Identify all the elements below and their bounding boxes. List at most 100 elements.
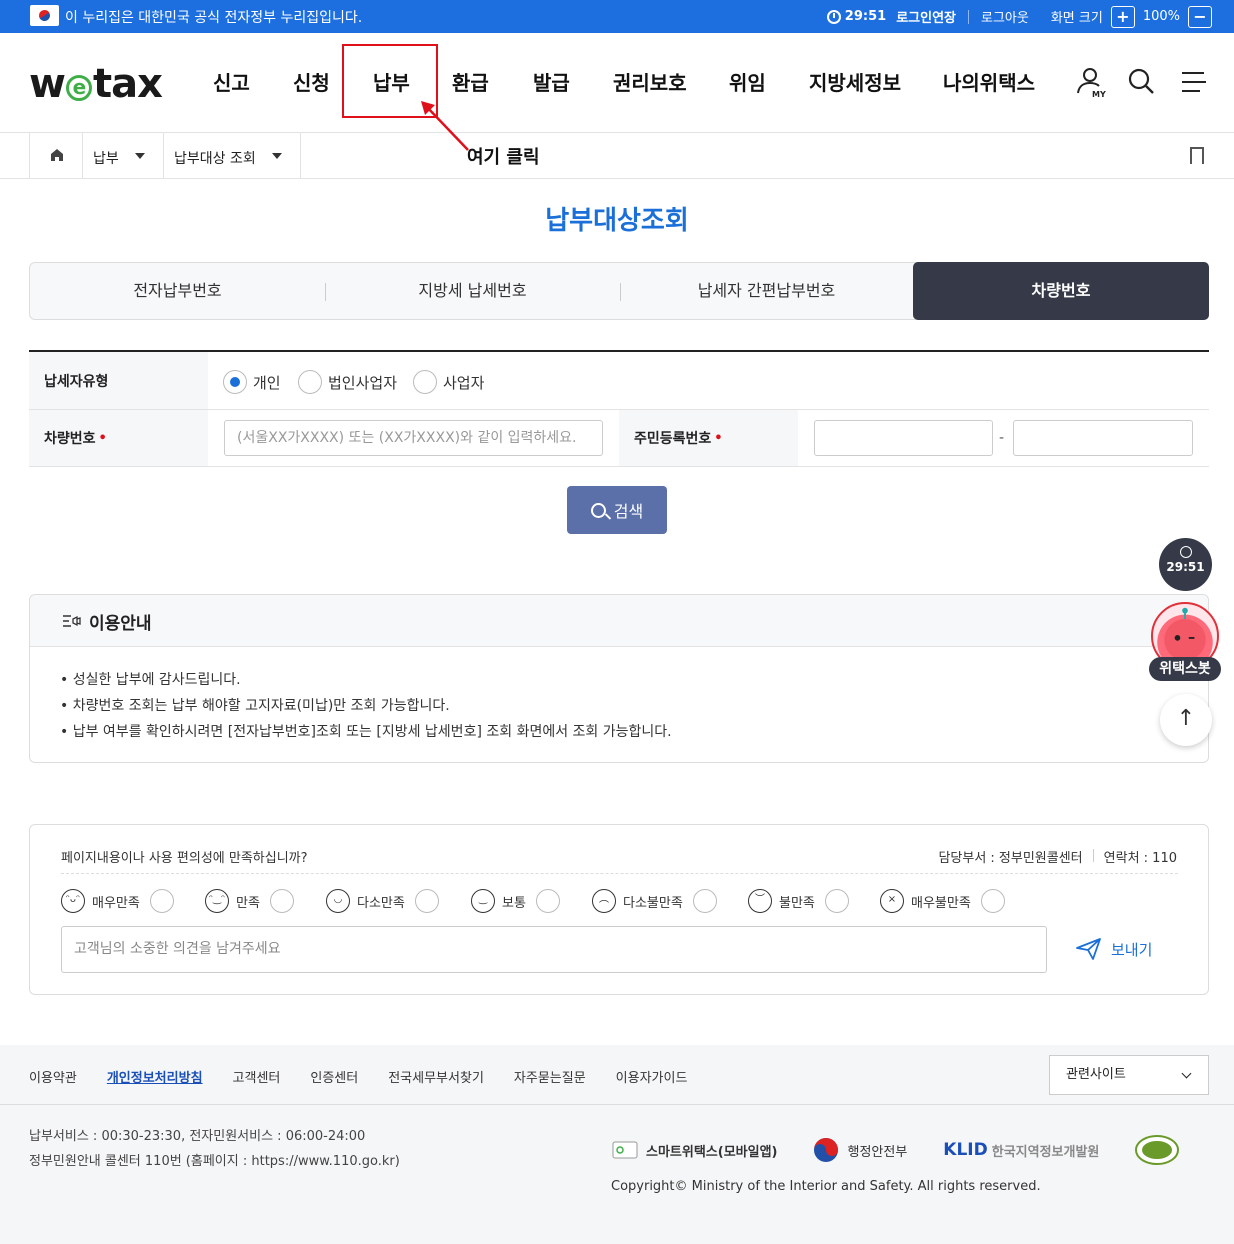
rating-very-satisfied[interactable]: ᵔᴗᵔ 매우만족 [61,889,174,913]
tab-vehicle-no[interactable]: 차량번호 [913,262,1209,320]
radio-corporate[interactable]: 법인사업자 [298,370,397,394]
rating-somewhat-dissatisfied[interactable]: ︵ 다소불만족 [592,889,717,913]
floating-timer-value: 29:51 [1166,560,1205,574]
radio-empty-icon [692,889,717,913]
vehicle-label: 차량번호 • [29,410,208,466]
rating-somewhat-satisfied[interactable]: ◡ 다소만족 [326,889,439,913]
breadcrumb-level2[interactable]: 납부대상 조회 [164,133,301,179]
very-happy-face-icon: ᵔᴗᵔ [61,889,85,913]
satisfaction-survey: 페이지내용이나 사용 편의성에 만족하십니까? 담당부서 : 정부민원콜센터 연… [29,824,1209,995]
radio-empty-icon [980,889,1005,913]
breadcrumb-home[interactable] [29,133,83,179]
survey-contact: 담당부서 : 정부민원콜센터 연락처 : 110 [938,847,1177,866]
klid-logo[interactable]: KLID 한국지역정보개발원 [943,1140,1099,1160]
nav-item-refund[interactable]: 환급 [452,67,489,96]
bookmark-icon[interactable] [1190,147,1204,169]
search-form: 납세자유형 개인 법인사업자 사업자 차량번호 • (서울XX가XXXX) 또는 … [29,350,1209,467]
taegeuk-icon [814,1138,839,1162]
session-controls: 29:51 로그인연장 로그아웃 화면 크기 + 100% − [826,0,1212,33]
floating-timer[interactable]: 29:51 [1159,538,1212,591]
footer-link-customer-center[interactable]: 고객센터 [233,1067,281,1086]
footer-link-cert-center[interactable]: 인증센터 [310,1067,358,1086]
notice-list-icon [63,615,81,627]
usage-info-title: 이용안내 [89,614,152,634]
list-item: 차량번호 조회는 납부 해야할 고지자료(미납)만 조회 가능합니다. [60,695,672,721]
usage-info-list: 성실한 납부에 감사드립니다. 차량번호 조회는 납부 해야할 고지자료(미납)… [60,669,672,747]
divider [0,1104,1234,1105]
footer-link-privacy[interactable]: 개인정보처리방침 [107,1067,203,1086]
tab-electronic-payment-no[interactable]: 전자납부번호 [30,263,325,319]
rating-satisfied[interactable]: ᵔ‿ᵔ 만족 [205,889,294,913]
extend-login-button[interactable]: 로그인연장 [896,7,956,26]
radio-empty-icon [824,889,849,913]
tab-simple-payment-no[interactable]: 납세자 간편납부번호 [620,263,913,319]
footer-link-faq[interactable]: 자주묻는질문 [514,1067,586,1086]
breadcrumb: 납부 납부대상 조회 [0,133,1234,179]
footer-link-terms[interactable]: 이용약관 [29,1067,77,1086]
related-sites-select[interactable]: 관련사이트 [1049,1055,1209,1095]
copyright: Copyright© Ministry of the Interior and … [611,1179,1041,1194]
search-button[interactable]: 검색 [567,486,667,534]
nav-item-rights[interactable]: 권리보호 [613,67,687,96]
nav-item-delegation[interactable]: 위임 [729,67,766,96]
survey-question: 페이지내용이나 사용 편의성에 만족하십니까? [61,851,308,866]
tab-local-tax-no[interactable]: 지방세 납세번호 [325,263,620,319]
radio-selected-icon [223,370,247,394]
nav-item-apply[interactable]: 신청 [293,67,330,96]
site-footer: 이용약관 개인정보처리방침 고객센터 인증센터 전국세무부서찾기 자주묻는질문 … [0,1045,1234,1244]
zoom-in-button[interactable]: + [1110,5,1135,28]
nav-item-report[interactable]: 신고 [213,67,250,96]
divider [968,9,969,24]
scroll-top-button[interactable]: ↑ [1160,694,1212,746]
rating-neutral[interactable]: ‿ 보통 [471,889,560,913]
radio-empty-icon [414,889,439,913]
wetax-logo[interactable]: w e tax [29,61,163,107]
wetax-bot-button[interactable]: 위택스봇 [1149,602,1221,684]
footer-info: 납부서비스 : 00:30-23:30, 전자민원서비스 : 06:00-24:… [29,1124,400,1174]
footer-link-guide[interactable]: 이용자가이드 [616,1067,688,1086]
zoom-level: 100% [1142,9,1180,24]
opinion-input[interactable]: 고객님의 소중한 의견을 남겨주세요 [61,926,1047,973]
send-button[interactable]: 보내기 [1076,937,1152,961]
rrn-front-input[interactable] [814,420,993,456]
logo-w: w [29,61,66,107]
my-page-icon[interactable]: MY [1075,66,1107,98]
usage-info-box: 이용안내 성실한 납부에 감사드립니다. 차량번호 조회는 납부 해야할 고지자… [29,594,1209,763]
page-title: 납부대상조회 [545,206,689,236]
korea-flag-icon [30,5,59,26]
divider [1092,849,1094,862]
rating-very-dissatisfied[interactable]: × 매우불만족 [880,889,1005,913]
hamburger-menu-icon[interactable] [1178,66,1210,98]
divider [61,873,1178,874]
vehicle-number-input[interactable]: (서울XX가XXXX) 또는 (XX가XXXX)와 같이 입력하세요. [224,420,603,456]
search-icon[interactable] [1126,66,1158,98]
site-header: w e tax 신고 신청 납부 환급 발급 권리보호 위임 지방세정보 나의위택스… [0,33,1234,133]
frown-face-icon: ︵ [592,889,616,913]
footer-links: 이용약관 개인정보처리방침 고객센터 인증센터 전국세무부서찾기 자주묻는질문 … [29,1067,717,1086]
nav-item-issue[interactable]: 발급 [533,67,570,96]
send-button-label: 보내기 [1111,940,1153,959]
breadcrumb-level1[interactable]: 납부 [83,133,164,179]
home-icon [51,149,63,161]
radio-empty-icon [149,889,174,913]
radio-empty-icon [413,370,437,394]
nav-item-local-tax-info[interactable]: 지방세정보 [809,67,901,96]
nav-item-my-wetax[interactable]: 나의위택스 [943,67,1035,96]
logout-button[interactable]: 로그아웃 [981,7,1029,26]
rrn-back-input[interactable] [1013,420,1193,456]
rating-dissatisfied[interactable]: ︶ 불만족 [748,889,849,913]
mois-logo[interactable]: 행정안전부 [813,1137,907,1163]
radio-individual[interactable]: 개인 [223,370,281,394]
smart-wetax-logo[interactable]: 스마트위택스(모바일앱) [612,1139,777,1161]
session-timer: 29:51 [844,9,887,24]
radio-empty-icon [269,889,294,913]
footer-link-tax-office[interactable]: 전국세무부서찾기 [388,1067,484,1086]
chevron-down-icon [135,153,145,159]
breadcrumb-level2-label: 납부대상 조회 [174,151,256,167]
list-item: 납부 여부를 확인하시려면 [전자납부번호]조회 또는 [지방세 납세번호] 조… [60,721,672,747]
radio-empty-icon [535,889,560,913]
radio-business[interactable]: 사업자 [413,370,484,394]
zoom-out-button[interactable]: − [1188,5,1212,28]
breadcrumb-level1-label: 납부 [93,151,119,167]
my-label: MY [1092,90,1106,98]
